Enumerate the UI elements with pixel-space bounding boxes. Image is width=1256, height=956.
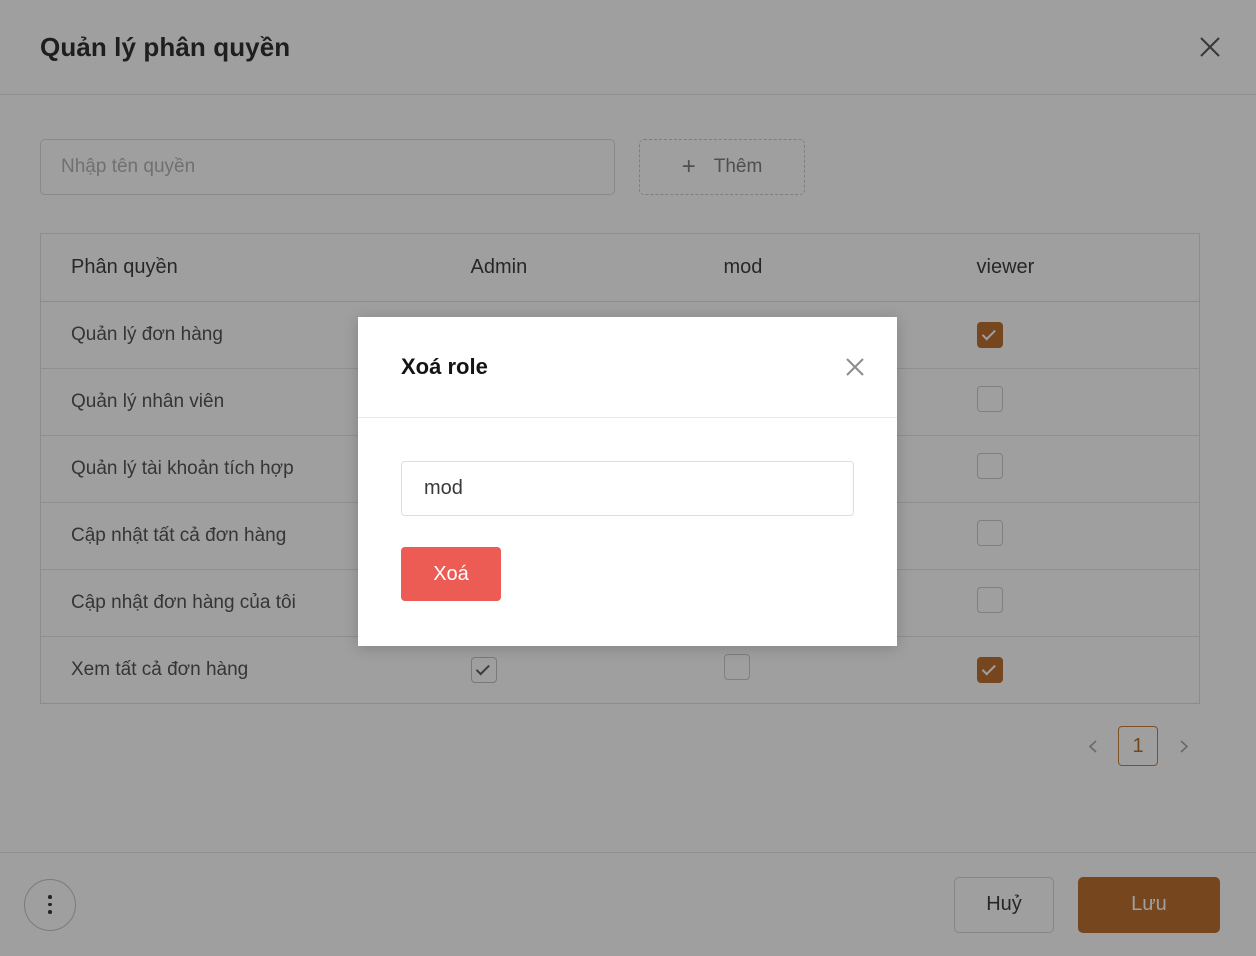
delete-role-input[interactable] xyxy=(401,461,854,516)
modal-body: Xoá xyxy=(358,418,897,646)
modal-header: Xoá role xyxy=(358,317,897,418)
close-icon[interactable] xyxy=(835,347,875,387)
confirm-delete-button[interactable]: Xoá xyxy=(401,547,501,601)
modal-title: Xoá role xyxy=(401,354,488,379)
delete-role-modal: Xoá role Xoá xyxy=(358,317,897,646)
